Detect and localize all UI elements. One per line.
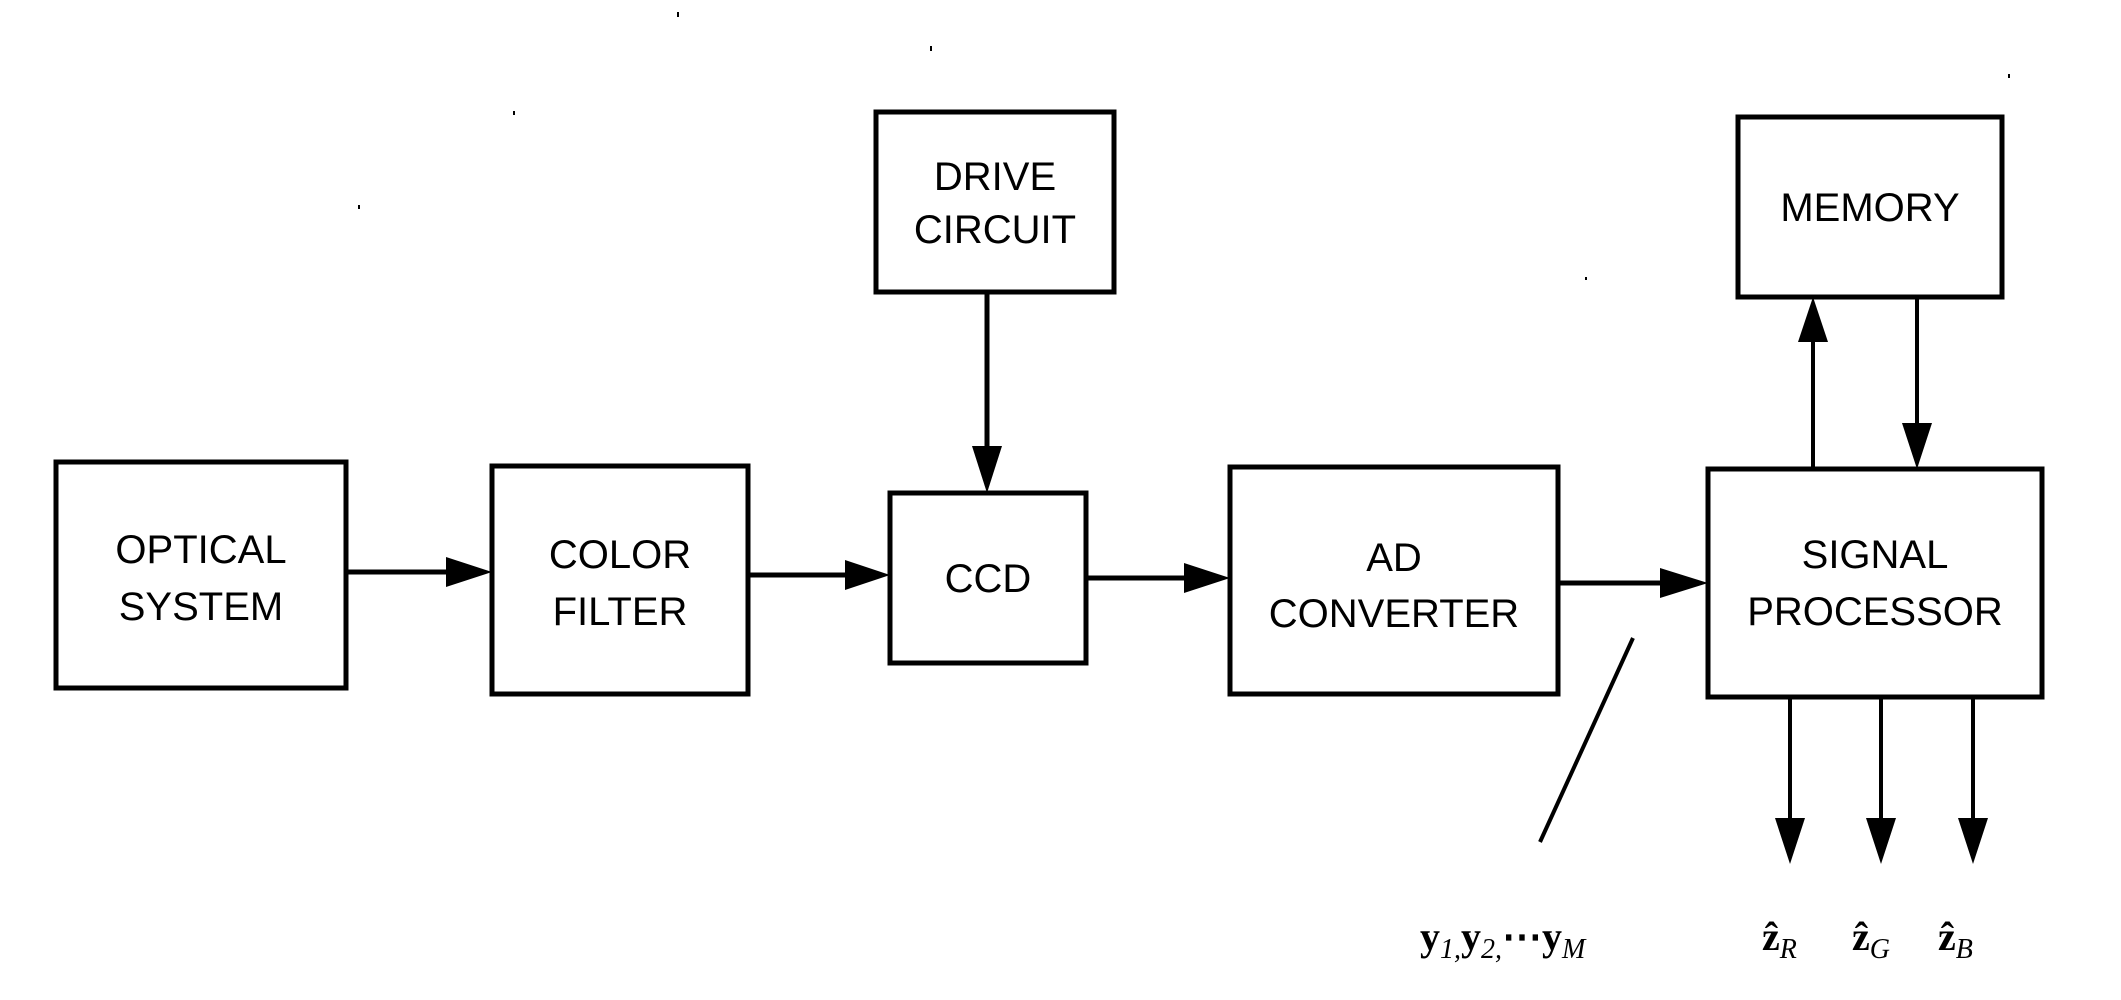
output-label-b: ẑB — [1938, 914, 1973, 965]
z-hat-symbol: ẑ — [1762, 914, 1780, 959]
color-filter-label-line2: FILTER — [553, 590, 688, 634]
block-ccd[interactable]: CCD — [887, 490, 1089, 666]
arrow-head-right-icon — [1184, 563, 1230, 593]
y2-subscript: 2, — [1481, 934, 1502, 965]
color-filter-box — [489, 463, 751, 697]
optical-system-label-line1: OPTICAL — [115, 528, 286, 572]
output-label-g: ẑG — [1852, 914, 1890, 965]
z-subscript-b: B — [1956, 934, 1973, 965]
speck — [930, 46, 932, 51]
arrow-head-down-icon — [1958, 818, 1988, 864]
y1-subscript: 1, — [1440, 934, 1461, 965]
yM-subscript: M — [1561, 934, 1587, 965]
color-filter-label-line1: COLOR — [549, 533, 691, 577]
block-ad-converter[interactable]: AD CONVERTER — [1227, 464, 1561, 697]
arrow-optical-to-color-filter — [346, 557, 492, 587]
z-subscript-g: G — [1870, 934, 1890, 965]
z-subscript-r: R — [1779, 934, 1797, 965]
signal-processor-label-line1: SIGNAL — [1802, 533, 1949, 577]
arrow-head-down-icon — [972, 446, 1002, 493]
yM-symbol: y — [1542, 914, 1562, 959]
speck — [513, 111, 515, 115]
arrow-color-filter-to-ccd — [748, 560, 890, 590]
ad-converter-label-line1: AD — [1366, 536, 1422, 580]
signal-processor-box — [1705, 466, 2045, 700]
arrow-head-down-icon — [1902, 423, 1932, 469]
ad-converter-box — [1227, 464, 1561, 697]
block-signal-processor[interactable]: SIGNAL PROCESSOR — [1705, 466, 2045, 700]
block-diagram: OPTICAL SYSTEM COLOR FILTER DRIVE CIRCUI… — [53, 12, 2045, 965]
memory-label: MEMORY — [1780, 186, 1959, 230]
arrow-head-right-icon — [845, 560, 890, 590]
arrow-ad-converter-to-signal-processor — [1558, 568, 1708, 598]
block-memory[interactable]: MEMORY — [1735, 114, 2005, 300]
arrow-head-up-icon — [1798, 297, 1828, 342]
arrow-drive-circuit-to-ccd — [972, 292, 1002, 493]
z-hat-symbol: ẑ — [1938, 914, 1956, 959]
speck — [2008, 74, 2010, 78]
y1-symbol: y — [1420, 914, 1440, 959]
arrow-head-down-icon — [1775, 818, 1805, 864]
block-color-filter[interactable]: COLOR FILTER — [489, 463, 751, 697]
arrow-output-r — [1775, 697, 1805, 864]
drive-circuit-box — [873, 109, 1117, 295]
arrow-output-b — [1958, 697, 1988, 864]
z-hat-symbol: ẑ — [1852, 914, 1870, 959]
arrow-head-down-icon — [1866, 818, 1896, 864]
arrow-output-g — [1866, 697, 1896, 864]
signal-processor-label-line2: PROCESSOR — [1747, 590, 2003, 634]
arrow-head-right-icon — [446, 557, 492, 587]
signal-label: y1,y2,⋯yM — [1420, 914, 1587, 965]
arrow-memory-to-signal-processor — [1902, 297, 1932, 469]
ad-converter-label-line2: CONVERTER — [1269, 592, 1519, 636]
drive-circuit-label-line2: CIRCUIT — [914, 208, 1076, 252]
speck — [1585, 277, 1587, 280]
optical-system-label-line2: SYSTEM — [119, 585, 283, 629]
ellipsis: ⋯ — [1502, 914, 1542, 959]
speck — [358, 205, 360, 209]
speck — [677, 12, 679, 17]
ccd-label: CCD — [945, 557, 1032, 601]
block-optical-system[interactable]: OPTICAL SYSTEM — [53, 459, 349, 691]
arrow-signal-processor-to-memory — [1798, 297, 1828, 469]
output-label-r: ẑR — [1762, 914, 1797, 965]
arrow-ccd-to-ad-converter — [1086, 563, 1230, 593]
arrow-head-right-icon — [1660, 568, 1708, 598]
block-drive-circuit[interactable]: DRIVE CIRCUIT — [873, 109, 1117, 295]
drive-circuit-label-line1: DRIVE — [934, 155, 1056, 199]
optical-system-box — [53, 459, 349, 691]
y2-symbol: y — [1461, 914, 1481, 959]
